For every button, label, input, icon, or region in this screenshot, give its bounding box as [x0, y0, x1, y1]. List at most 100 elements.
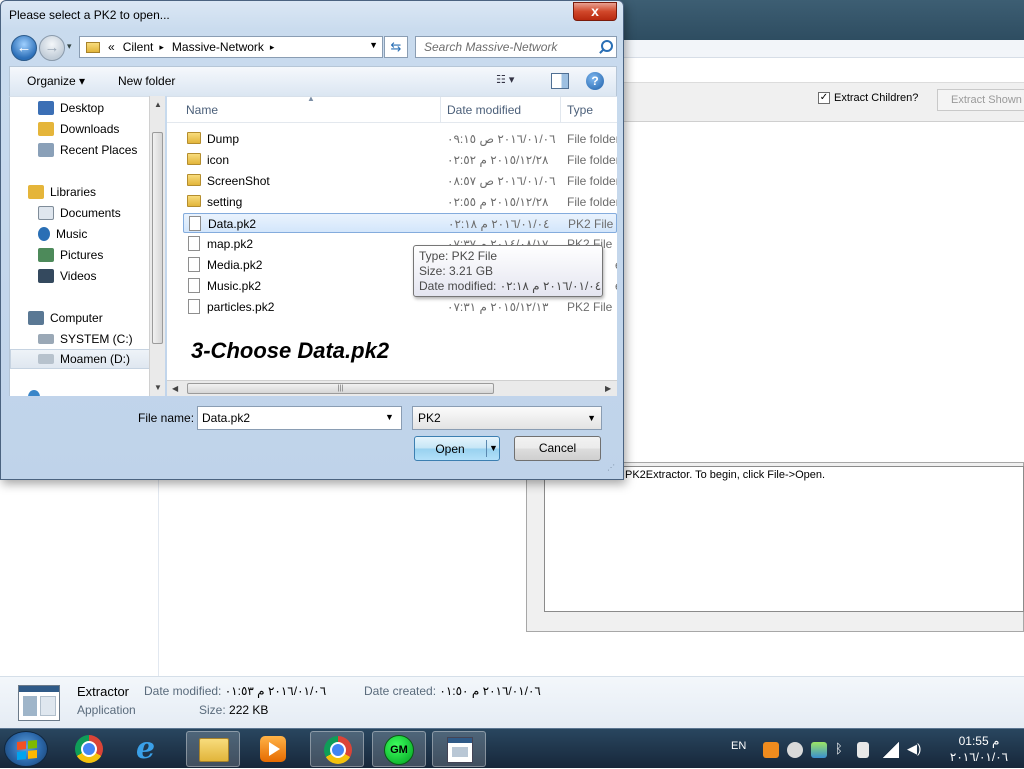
back-button[interactable]: ← — [11, 35, 37, 61]
file-row-dump[interactable]: Dump ٢٠١٦/٠١/٠٦ ص ٠٩:١٥ File folder — [183, 129, 617, 149]
file-list-hscrollbar[interactable]: ◀ ||| ▶ — [167, 380, 617, 396]
forward-button[interactable]: → — [39, 35, 65, 61]
file-name: setting — [207, 195, 243, 209]
breadcrumb-overflow[interactable]: « — [108, 40, 115, 54]
tooltip-type: Type: PK2 File — [419, 249, 498, 263]
computer-icon — [28, 311, 44, 325]
breadcrumb-separator[interactable]: ▸ — [270, 42, 275, 53]
chevron-down-icon[interactable]: ▼ — [489, 443, 498, 453]
dialog-title: Please select a PK2 to open... — [9, 8, 170, 22]
extract-children-option[interactable]: ✓ Extract Children? — [818, 92, 918, 104]
nav-item-network-partial[interactable] — [28, 387, 46, 396]
taskbar-ie-button[interactable]: e — [124, 731, 178, 767]
file-name: icon — [207, 153, 230, 167]
start-button[interactable] — [4, 731, 48, 767]
file-name-label: File name: — [138, 411, 195, 425]
file-row-setting[interactable]: setting ٢٠١٥/١٢/٢٨ م ٠٢:٥٥ File folder — [183, 192, 617, 212]
resize-grip-icon[interactable]: ⋰ — [607, 463, 619, 475]
power-icon[interactable] — [857, 742, 869, 758]
taskbar-chrome-button[interactable] — [62, 731, 116, 767]
bluetooth-icon[interactable]: ᛒ — [835, 742, 845, 758]
file-name: particles.pk2 — [207, 300, 275, 314]
column-divider[interactable] — [560, 97, 561, 123]
breadcrumb-separator[interactable]: ▸ — [159, 42, 164, 53]
scroll-left-arrow-icon[interactable]: ◀ — [172, 384, 178, 393]
new-folder-button[interactable]: New folder — [118, 74, 175, 88]
nav-item-videos[interactable]: Videos — [38, 266, 96, 286]
clock-time[interactable]: م 01:55 — [939, 734, 1019, 748]
file-icon — [188, 236, 200, 251]
file-type: File folder — [567, 153, 617, 167]
taskbar-media-button[interactable] — [246, 731, 300, 767]
open-button[interactable]: Open ▼ — [414, 436, 500, 461]
scrollbar-thumb[interactable] — [152, 132, 163, 344]
extract-shown-button[interactable]: Extract Shown — [937, 89, 1024, 111]
nav-item-music[interactable]: Music — [38, 224, 87, 244]
scroll-up-arrow-icon[interactable]: ▲ — [154, 100, 162, 109]
taskbar-explorer-button[interactable] — [186, 731, 240, 767]
nav-item-system-drive[interactable]: SYSTEM (C:) — [38, 329, 133, 349]
navigation-scrollbar[interactable]: ▲ ▼ — [149, 96, 165, 396]
desktop-icon — [38, 101, 54, 115]
tray-disc-icon[interactable] — [787, 742, 803, 758]
language-indicator[interactable]: EN — [731, 740, 746, 752]
chevron-down-icon[interactable]: ▼ — [587, 413, 596, 423]
refresh-button[interactable]: ⇆ — [384, 36, 408, 58]
nav-item-pictures[interactable]: Pictures — [38, 245, 103, 265]
help-icon[interactable]: ? — [586, 72, 604, 90]
tray-network-app-icon[interactable] — [811, 742, 827, 758]
nav-item-recent-places[interactable]: Recent Places — [38, 140, 137, 160]
nav-item-computer[interactable]: Computer — [28, 308, 103, 328]
nav-item-moamen-drive[interactable]: Moamen (D:) — [10, 349, 150, 369]
column-date-modified[interactable]: Date modified — [447, 103, 521, 117]
file-row-particles-pk2[interactable]: particles.pk2 ٢٠١٥/١٢/١٣ م ٠٧:٣١ PK2 Fil… — [183, 297, 617, 317]
column-name[interactable]: Name — [186, 103, 218, 117]
nav-item-documents[interactable]: Documents — [38, 203, 121, 223]
nav-item-libraries[interactable]: Libraries — [28, 182, 96, 202]
file-date: ٢٠١٦/٠١/٠٤ م ٠٢:١٨ — [448, 217, 550, 231]
cancel-button[interactable]: Cancel — [514, 436, 601, 461]
extract-children-checkbox[interactable]: ✓ — [818, 92, 830, 104]
signal-icon[interactable] — [883, 742, 899, 758]
file-date: ٢٠١٦/٠١/٠٦ ص ٠٩:١٥ — [447, 132, 556, 146]
search-icon[interactable] — [598, 39, 613, 55]
nav-item-desktop[interactable]: Desktop — [38, 98, 104, 118]
scroll-down-arrow-icon[interactable]: ▼ — [154, 383, 162, 392]
file-row-icon[interactable]: icon ٢٠١٥/١٢/٢٨ م ٠٢:٥٢ File folder — [183, 150, 617, 170]
gm-icon: GM — [384, 735, 414, 765]
taskbar-extractor-button[interactable] — [432, 731, 486, 767]
chevron-down-icon[interactable]: ▼ — [369, 40, 378, 50]
file-row-screenshot[interactable]: ScreenShot ٢٠١٦/٠١/٠٦ ص ٠٨:٥٧ File folde… — [183, 171, 617, 191]
scroll-right-arrow-icon[interactable]: ▶ — [605, 384, 611, 393]
change-view-button[interactable]: ☷ ▾ — [496, 73, 536, 91]
chevron-down-icon[interactable]: ▼ — [385, 412, 394, 422]
preview-pane-icon[interactable] — [551, 73, 569, 89]
taskbar-gm-button[interactable]: GM — [372, 731, 426, 767]
recent-locations-dropdown[interactable]: ▾ — [67, 41, 77, 53]
tray-app-icon[interactable] — [763, 742, 779, 758]
search-input[interactable]: Search Massive-Network — [415, 36, 617, 58]
log-textbox[interactable]: PK2Extractor. To begin, click File->Open… — [544, 466, 1024, 612]
nav-item-downloads[interactable]: Downloads — [38, 119, 119, 139]
volume-icon[interactable]: ◀) — [907, 742, 923, 758]
taskbar-chrome-window-button[interactable] — [310, 731, 364, 767]
file-name: Media.pk2 — [207, 258, 263, 272]
folder-icon — [187, 132, 201, 144]
breadcrumb-cilent[interactable]: Cilent — [123, 40, 154, 54]
clock-date[interactable]: ٢٠١٦/٠١/٠٦ — [939, 750, 1019, 764]
scrollbar-thumb[interactable]: ||| — [187, 383, 494, 394]
downloads-icon — [38, 122, 54, 136]
column-divider[interactable] — [440, 97, 441, 123]
file-type-select[interactable]: PK2 ▼ — [412, 406, 602, 430]
file-name-input[interactable] — [197, 406, 402, 430]
close-button[interactable]: x — [573, 2, 617, 21]
folder-icon — [86, 41, 100, 53]
address-bar[interactable]: « Cilent ▸ Massive-Network ▸ ▼ — [79, 36, 383, 58]
column-type[interactable]: Type — [567, 103, 593, 117]
organize-menu[interactable]: Organize ▾ — [27, 74, 85, 88]
breadcrumb-massive-network[interactable]: Massive-Network — [172, 40, 264, 54]
file-row-data-pk2[interactable]: Data.pk2 ٢٠١٦/٠١/٠٤ م ٠٢:١٨ PK2 File — [183, 213, 617, 233]
nav-item-label: Documents — [60, 206, 121, 220]
file-icon — [188, 257, 200, 272]
file-type: PK2 File — [567, 300, 613, 314]
